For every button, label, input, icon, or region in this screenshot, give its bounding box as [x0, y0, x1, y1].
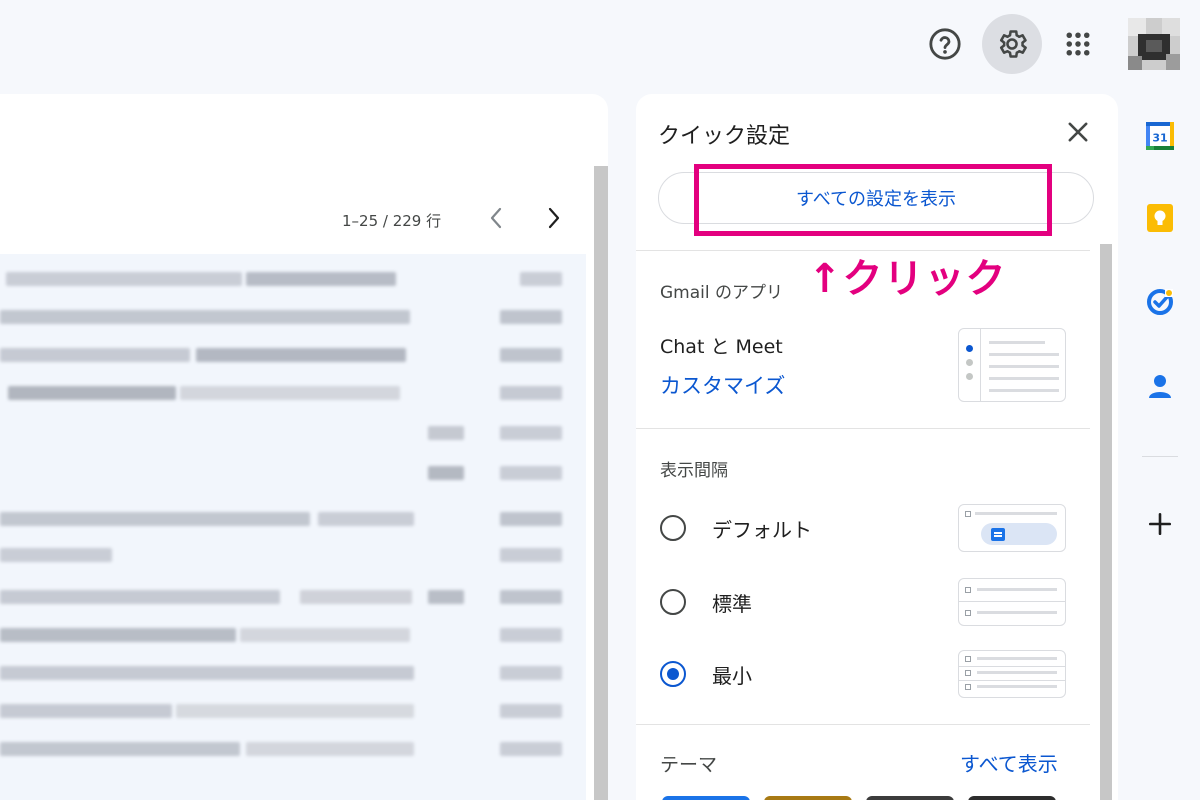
side-panel-rail: 31	[1130, 94, 1190, 800]
density-option-label: 最小	[712, 663, 752, 688]
calendar-icon: 31	[1146, 122, 1174, 150]
mail-list-panel	[0, 94, 608, 800]
divider	[636, 724, 1090, 725]
next-page-button[interactable]	[544, 204, 564, 236]
theme-swatch[interactable]	[662, 796, 750, 800]
radio-button[interactable]	[660, 589, 686, 615]
chevron-right-icon	[548, 207, 560, 229]
apps-grid-icon	[1066, 32, 1090, 56]
table-row[interactable]	[0, 454, 586, 498]
theme-swatch[interactable]	[968, 796, 1056, 800]
pagination-info: 1–25 / 229 行	[342, 208, 441, 232]
calendar-day-label: 31	[1152, 132, 1167, 145]
table-row[interactable]	[0, 730, 586, 774]
quick-settings-title: クイック設定	[658, 124, 791, 149]
density-option-default[interactable]: デフォルト	[660, 508, 812, 548]
help-button[interactable]	[915, 14, 975, 74]
radio-button-selected[interactable]	[660, 661, 686, 687]
density-comfortable-thumbnail	[958, 578, 1066, 626]
pagination-text: 1–25 / 229 行	[342, 211, 442, 230]
rail-divider	[1142, 456, 1178, 457]
tasks-icon	[1147, 289, 1173, 315]
keep-button[interactable]	[1144, 202, 1176, 234]
density-option-comfortable[interactable]: 標準	[660, 582, 752, 622]
contacts-icon	[1149, 375, 1171, 398]
theme-section-heading: テーマ	[660, 754, 718, 776]
quick-settings-scrollbar[interactable]	[1100, 244, 1112, 800]
message-list-scrollbar[interactable]	[594, 166, 608, 800]
density-section-heading: 表示間隔	[660, 461, 728, 481]
theme-view-all-link[interactable]: すべて表示	[960, 748, 1058, 777]
calendar-button[interactable]: 31	[1144, 120, 1176, 152]
gear-icon	[999, 30, 1027, 58]
top-bar	[0, 0, 1200, 88]
help-circle-icon	[929, 28, 961, 60]
density-option-label: デフォルト	[712, 517, 812, 542]
message-list[interactable]	[0, 254, 586, 800]
customize-link[interactable]: カスタマイズ	[660, 370, 785, 400]
apps-section-heading: Gmail のアプリ	[660, 283, 784, 303]
density-default-thumbnail	[958, 504, 1066, 552]
settings-button[interactable]	[982, 14, 1042, 74]
keep-icon	[1147, 204, 1173, 232]
prev-page-button[interactable]	[486, 204, 506, 236]
table-row[interactable]	[0, 374, 586, 418]
divider	[636, 428, 1090, 429]
table-row[interactable]	[0, 414, 586, 458]
chat-meet-label: Chat と Meet	[660, 336, 783, 358]
chevron-left-icon	[490, 207, 502, 229]
avatar[interactable]	[1128, 18, 1180, 70]
theme-swatch[interactable]	[866, 796, 954, 800]
add-icon	[1148, 512, 1172, 536]
add-addon-button[interactable]	[1144, 508, 1176, 540]
density-option-label: 標準	[712, 591, 752, 616]
annotation-highlight-box	[694, 164, 1052, 236]
tasks-button[interactable]	[1144, 286, 1176, 318]
contacts-button[interactable]	[1144, 370, 1176, 402]
chat-meet-preview-thumbnail	[958, 328, 1066, 402]
density-compact-thumbnail	[958, 650, 1066, 698]
radio-button[interactable]	[660, 515, 686, 541]
close-icon	[1068, 122, 1088, 142]
click-annotation-text: ↑クリック	[808, 256, 1007, 302]
table-row[interactable]	[0, 536, 586, 580]
theme-swatch[interactable]	[764, 796, 852, 800]
apps-button[interactable]	[1048, 14, 1108, 74]
density-option-compact[interactable]: 最小	[660, 654, 752, 694]
close-button[interactable]	[1064, 118, 1092, 146]
